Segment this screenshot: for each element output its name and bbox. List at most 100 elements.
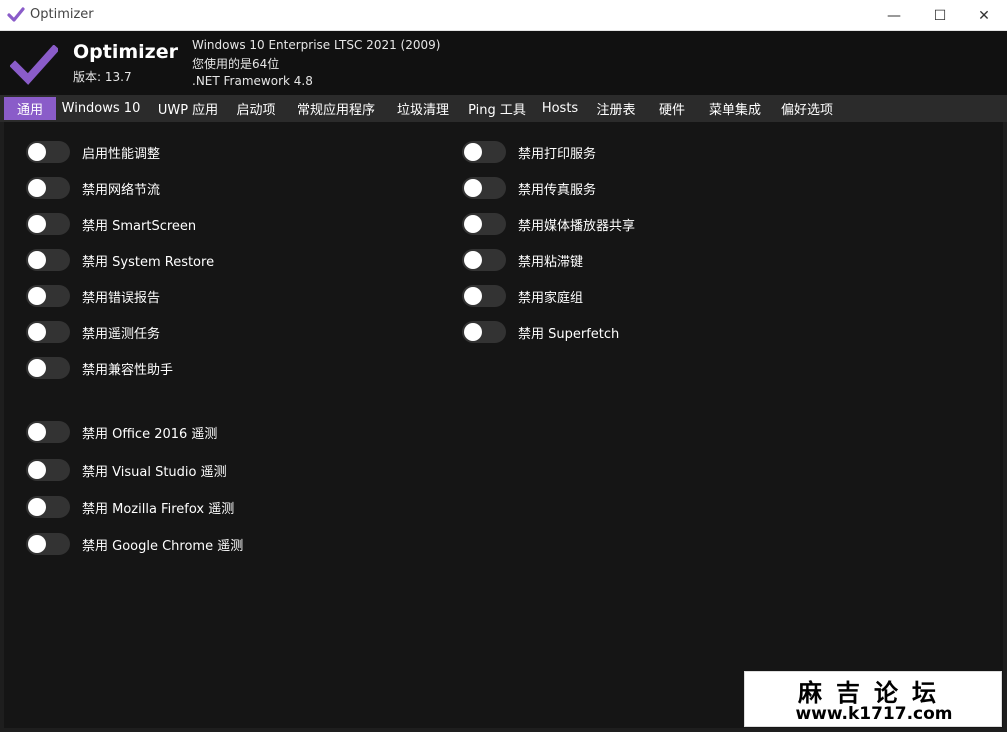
toggle-knob [28, 498, 46, 516]
toggle-label: 禁用兼容性助手 [82, 362, 174, 378]
toggle-knob [28, 461, 46, 479]
toggle-label: 禁用家庭组 [518, 290, 584, 306]
toggle-knob [28, 251, 46, 269]
toggle-label: 禁用错误报告 [82, 290, 161, 306]
telemetry-tasks-toggle[interactable] [26, 321, 70, 343]
fax-service-toggle[interactable] [462, 177, 506, 199]
toggle-label: 启用性能调整 [82, 146, 161, 162]
toggle-label: 禁用 Superfetch [518, 326, 620, 342]
homegroup-toggle[interactable] [462, 285, 506, 307]
network-throttling-toggle[interactable] [26, 177, 70, 199]
toggle-knob [28, 423, 46, 441]
toggle-row: 禁用 Superfetch [462, 321, 619, 343]
tab-windows10[interactable]: Windows 10 [60, 97, 142, 120]
toggle-knob [464, 143, 482, 161]
tab-hosts[interactable]: Hosts [538, 97, 582, 120]
toggle-label: 禁用媒体播放器共享 [518, 218, 636, 234]
toggle-row: 禁用错误报告 [26, 285, 160, 307]
toggle-row: 禁用网络节流 [26, 177, 160, 199]
toggle-row: 禁用打印服务 [462, 141, 596, 163]
toggle-label: 禁用传真服务 [518, 182, 597, 198]
toggle-row: 禁用遥测任务 [26, 321, 160, 343]
tab-general[interactable]: 通用 [4, 97, 56, 120]
toggle-label: 禁用网络节流 [82, 182, 161, 198]
superfetch-toggle[interactable] [462, 321, 506, 343]
toggle-label: 禁用 Mozilla Firefox 遥测 [82, 501, 235, 517]
maximize-icon: ☐ [933, 7, 947, 24]
close-icon: ✕ [978, 7, 990, 24]
toggle-label: 禁用 SmartScreen [82, 218, 197, 234]
maximize-button[interactable]: ☐ [917, 0, 963, 31]
toggle-label: 禁用遥测任务 [82, 326, 161, 342]
visual-studio-telemetry-toggle[interactable] [26, 459, 70, 481]
toggle-row: 启用性能调整 [26, 141, 160, 163]
toggle-row: 禁用媒体播放器共享 [462, 213, 635, 235]
system-restore-toggle[interactable] [26, 249, 70, 271]
os-info: Windows 10 Enterprise LTSC 2021 (2009) [192, 38, 441, 52]
toggle-row: 禁用 Office 2016 遥测 [26, 421, 217, 443]
toggle-knob [28, 535, 46, 553]
toggle-row: 禁用 Visual Studio 遥测 [26, 459, 227, 481]
print-service-toggle[interactable] [462, 141, 506, 163]
performance-tweaks-toggle[interactable] [26, 141, 70, 163]
toggle-knob [28, 323, 46, 341]
toggle-row: 禁用 Google Chrome 遥测 [26, 533, 243, 555]
toggle-row: 禁用家庭组 [462, 285, 583, 307]
toggle-label: 禁用 System Restore [82, 254, 215, 270]
toggle-knob [464, 323, 482, 341]
chrome-telemetry-toggle[interactable] [26, 533, 70, 555]
toggle-knob [28, 179, 46, 197]
tab-bar: 通用 Windows 10 UWP 应用 启动项 常规应用程序 垃圾清理 Pin… [0, 95, 1007, 122]
toggle-knob [464, 179, 482, 197]
tab-cleaner[interactable]: 垃圾清理 [390, 97, 456, 120]
office-telemetry-toggle[interactable] [26, 421, 70, 443]
error-reporting-toggle[interactable] [26, 285, 70, 307]
close-button[interactable]: ✕ [961, 0, 1007, 31]
toggle-label: 禁用 Visual Studio 遥测 [82, 464, 227, 480]
toggle-row: 禁用 SmartScreen [26, 213, 196, 235]
toggle-row: 禁用传真服务 [462, 177, 596, 199]
toggle-label: 禁用打印服务 [518, 146, 597, 162]
minimize-icon: — [887, 7, 901, 24]
window-title: Optimizer [30, 7, 94, 22]
toggle-knob [28, 215, 46, 233]
toggle-knob [464, 251, 482, 269]
toggle-knob [28, 359, 46, 377]
toggle-knob [464, 287, 482, 305]
firefox-telemetry-toggle[interactable] [26, 496, 70, 518]
watermark: 麻吉论坛 www.k1717.com [744, 671, 1002, 727]
tab-menu-integration[interactable]: 菜单集成 [702, 97, 768, 120]
tab-common-apps[interactable]: 常规应用程序 [290, 97, 382, 120]
general-panel: 启用性能调整 禁用网络节流 禁用 SmartScreen 禁用 System R… [4, 122, 1003, 728]
tab-preferences[interactable]: 偏好选项 [776, 97, 838, 120]
toggle-knob [28, 143, 46, 161]
framework-info: .NET Framework 4.8 [192, 74, 313, 88]
compatibility-assistant-toggle[interactable] [26, 357, 70, 379]
minimize-button[interactable]: — [871, 0, 917, 31]
tab-ping-tool[interactable]: Ping 工具 [462, 97, 532, 120]
toggle-row: 禁用兼容性助手 [26, 357, 173, 379]
watermark-title: 麻吉论坛 [798, 679, 950, 707]
logo-checkmark-icon [10, 45, 58, 85]
title-bar: Optimizer — ☐ ✕ [0, 0, 1007, 31]
sticky-keys-toggle[interactable] [462, 249, 506, 271]
toggle-label: 禁用粘滞键 [518, 254, 584, 270]
toggle-row: 禁用 Mozilla Firefox 遥测 [26, 496, 234, 518]
app-name: Optimizer [73, 41, 178, 63]
watermark-url: www.k1717.com [795, 704, 953, 724]
version-label: 版本: 13.7 [73, 70, 132, 84]
toggle-knob [464, 215, 482, 233]
tab-registry[interactable]: 注册表 [590, 97, 642, 120]
toggle-label: 禁用 Google Chrome 遥测 [82, 538, 244, 554]
tab-hardware[interactable]: 硬件 [652, 97, 692, 120]
tab-uwp-apps[interactable]: UWP 应用 [152, 97, 224, 120]
toggle-row: 禁用 System Restore [26, 249, 214, 271]
arch-info: 您使用的是64位 [192, 57, 280, 71]
toggle-row: 禁用粘滞键 [462, 249, 583, 271]
checkmark-icon [7, 7, 25, 22]
media-player-sharing-toggle[interactable] [462, 213, 506, 235]
smartscreen-toggle[interactable] [26, 213, 70, 235]
tab-startup[interactable]: 启动项 [230, 97, 282, 120]
app-header: Optimizer 版本: 13.7 Windows 10 Enterprise… [0, 31, 1007, 95]
toggle-label: 禁用 Office 2016 遥测 [82, 426, 218, 442]
